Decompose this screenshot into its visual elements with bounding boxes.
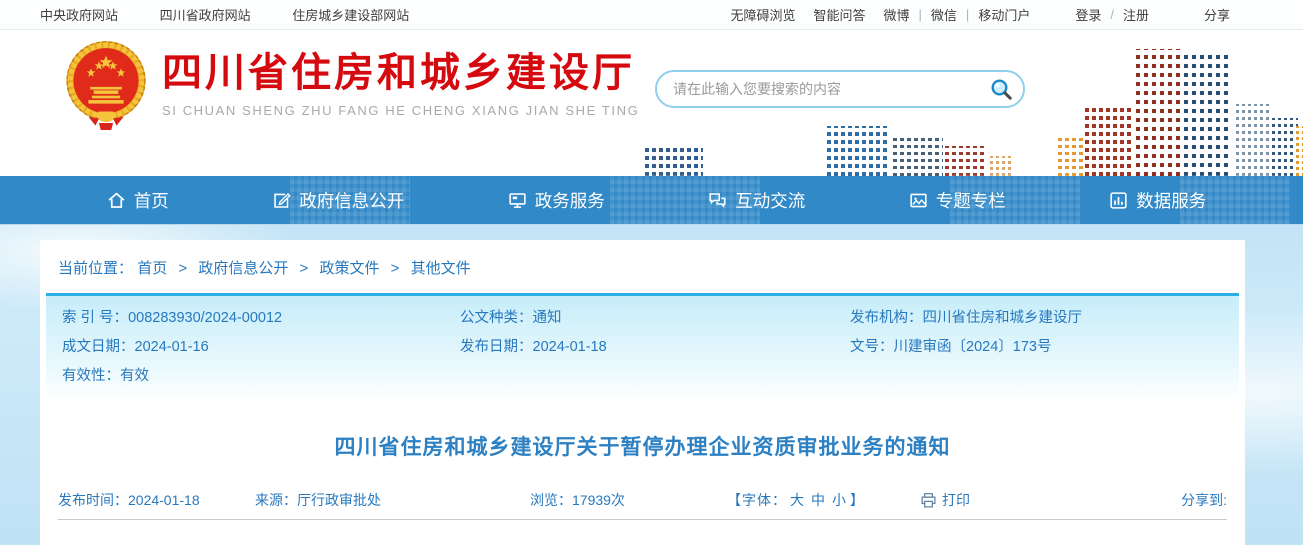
separator: | (965, 7, 970, 22)
nav-item-info-disclosure[interactable]: 政府信息公开 (272, 188, 404, 213)
breadcrumb-separator: > (390, 260, 400, 277)
breadcrumb: 当前位置： 首页 > 政府信息公开 > 政策文件 > 其他文件 (40, 240, 1245, 293)
national-emblem-logo (66, 41, 146, 130)
building-decoration (1136, 49, 1180, 176)
breadcrumb-home[interactable]: 首页 (137, 260, 167, 277)
meta-written-date: 成文日期：2024-01-16 (62, 339, 209, 355)
separator: | (918, 7, 922, 22)
nav-item-label: 专题专栏 (935, 190, 1006, 211)
link-weibo[interactable]: 微博 (884, 5, 910, 24)
nav-item-label: 数据服务 (1136, 190, 1207, 211)
topbar-right-links: 无障碍浏览 智能问答 微博 | 微信 | 移动门户 登录 / 注册 分享 (730, 5, 1230, 24)
search-box (655, 70, 1025, 108)
link-smart-qa[interactable]: 智能问答 (813, 5, 865, 24)
topbar: 中央政府网站 四川省政府网站 住房城乡建设部网站 无障碍浏览 智能问答 微博 |… (0, 0, 1303, 30)
share-to-label[interactable]: 分享到: (1181, 490, 1227, 510)
print-label: 打印 (942, 492, 970, 508)
nav-item-home[interactable]: 首页 (107, 188, 169, 213)
breadcrumb-other-documents[interactable]: 其他文件 (411, 260, 471, 277)
building-decoration (827, 126, 889, 176)
print-button[interactable]: 打印 (920, 490, 970, 510)
font-size-small[interactable]: 小 (832, 492, 847, 508)
article-title: 四川省住房和城乡建设厅关于暂停办理企业资质审批业务的通知 (334, 436, 951, 459)
nav-item-label: 首页 (133, 190, 169, 211)
site-header: 四川省住房和城乡建设厅 SI CHUAN SHENG ZHU FANG HE C… (0, 30, 1303, 176)
breadcrumb-separator: > (299, 260, 309, 277)
printer-icon (921, 492, 936, 507)
link-accessibility[interactable]: 无障碍浏览 (730, 5, 795, 24)
nav-item-label: 政务服务 (534, 190, 605, 211)
info-disclosure-icon (274, 192, 291, 208)
building-decoration (1272, 118, 1298, 176)
font-size-medium[interactable]: 中 (811, 492, 826, 508)
building-decoration (893, 138, 943, 176)
font-size-large[interactable]: 大 (790, 492, 805, 508)
breadcrumb-label: 当前位置： (58, 260, 134, 277)
register-link[interactable]: 注册 (1123, 5, 1149, 24)
search-icon (991, 79, 1012, 100)
home-icon (108, 191, 125, 208)
breadcrumb-separator: > (178, 260, 188, 277)
building-decoration (1296, 126, 1303, 176)
main-nav: 首页 政府信息公开 政务服务 互动交流 专题专栏 数据服务 (0, 175, 1303, 225)
building-decoration (945, 146, 987, 176)
meta-validity: 有效性：有效 (62, 368, 149, 384)
site-brand[interactable]: 四川省住房和城乡建设厅 SI CHUAN SHENG ZHU FANG HE C… (62, 39, 639, 133)
nav-item-label: 政府信息公开 (299, 190, 405, 211)
document-meta-box: 索 引 号：008283930/2024-00012 公文种类：通知 发布机构：… (46, 293, 1239, 398)
font-size-open: 【字体： (727, 492, 787, 508)
meta-index-no: 索 引 号：008283930/2024-00012 (62, 310, 283, 326)
content-panel: 当前位置： 首页 > 政府信息公开 > 政策文件 > 其他文件 索 引 号：00… (40, 240, 1245, 545)
login-link[interactable]: 登录 (1075, 5, 1101, 24)
nav-item-gov-services[interactable]: 政务服务 (508, 188, 605, 213)
article-source: 来源：厅行政审批处 (255, 492, 381, 508)
site-subtitle: SI CHUAN SHENG ZHU FANG HE CHENG XIANG J… (162, 103, 640, 118)
building-decoration (1236, 104, 1270, 176)
meta-publish-date: 发布日期：2024-01-18 (460, 339, 607, 355)
meta-doc-type: 公文种类：通知 (460, 310, 562, 326)
view-count: 浏览：17939次 (530, 492, 625, 508)
site-title: 四川省住房和城乡建设厅 (162, 51, 635, 95)
link-mobile-portal[interactable]: 移动门户 (978, 5, 1030, 24)
gov-services-icon (509, 192, 526, 208)
link-central-gov[interactable]: 中央政府网站 (40, 8, 118, 23)
meta-doc-number: 文号：川建审函〔2024〕173号 (850, 339, 1052, 355)
font-size-control: 【字体：大中小】 (727, 490, 920, 510)
separator: / (1110, 7, 1114, 22)
building-decoration (645, 145, 703, 176)
divider (58, 519, 1227, 520)
link-wechat[interactable]: 微信 (931, 5, 957, 24)
share-link[interactable]: 分享 (1204, 5, 1230, 24)
breadcrumb-policy-documents[interactable]: 政策文件 (319, 260, 379, 277)
nav-item-interaction[interactable]: 互动交流 (708, 188, 805, 213)
search-button[interactable] (987, 75, 1015, 103)
building-decoration (1085, 106, 1133, 176)
building-decoration (990, 156, 1014, 176)
nav-item-label: 互动交流 (735, 190, 806, 211)
meta-agency: 发布机构：四川省住房和城乡建设厅 (850, 310, 1082, 326)
data-services-icon (1110, 191, 1127, 209)
topics-icon (910, 193, 927, 207)
nav-item-data-services[interactable]: 数据服务 (1109, 188, 1206, 213)
font-size-close: 】 (850, 492, 865, 508)
nav-item-topics[interactable]: 专题专栏 (909, 188, 1006, 213)
publish-time: 发布时间：2024-01-18 (58, 492, 200, 508)
interaction-icon (709, 192, 726, 208)
link-sichuan-gov[interactable]: 四川省政府网站 (160, 8, 251, 23)
building-decoration (1184, 52, 1232, 176)
article-info-row: 发布时间：2024-01-18 来源：厅行政审批处 浏览：17939次 【字体：… (58, 490, 1227, 510)
breadcrumb-info-disclosure[interactable]: 政府信息公开 (198, 260, 288, 277)
topbar-left-links: 中央政府网站 四川省政府网站 住房城乡建设部网站 (40, 5, 447, 24)
link-mohurd[interactable]: 住房城乡建设部网站 (292, 8, 409, 23)
search-input[interactable] (673, 81, 987, 97)
